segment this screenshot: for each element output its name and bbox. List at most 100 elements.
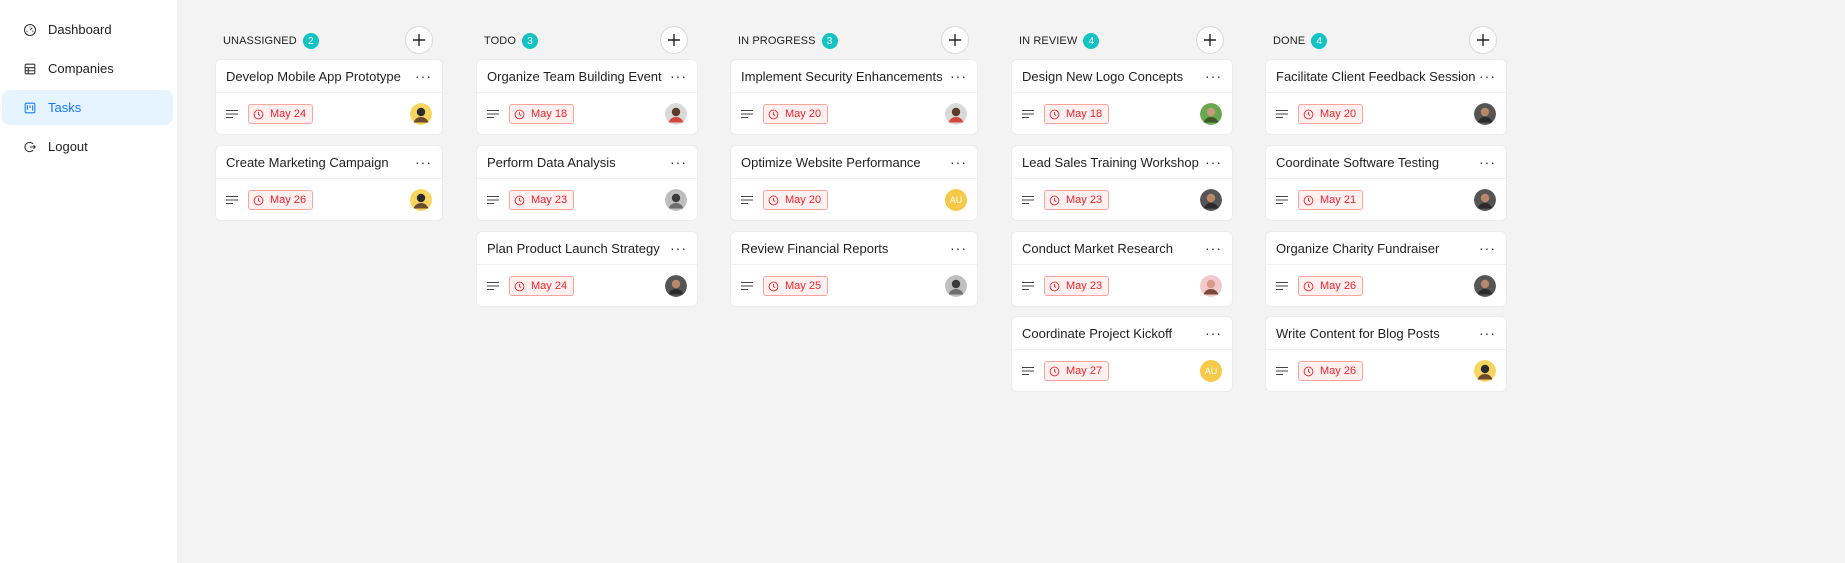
add-task-button[interactable]	[941, 26, 969, 54]
description-icon	[1276, 195, 1288, 205]
column-title: TODO	[484, 35, 516, 47]
sidebar-item-label: Tasks	[48, 100, 82, 115]
clock-icon	[1303, 109, 1320, 120]
avatar[interactable]	[1474, 189, 1496, 211]
more-options-button[interactable]: ···	[415, 69, 432, 83]
avatar[interactable]	[665, 189, 687, 211]
avatar[interactable]	[1200, 275, 1222, 297]
avatar[interactable]	[410, 103, 432, 125]
sidebar-item-companies[interactable]: Companies	[2, 51, 173, 86]
description-icon	[487, 195, 499, 205]
more-options-button[interactable]: ···	[1205, 241, 1222, 255]
more-options-button[interactable]: ···	[950, 69, 967, 83]
description-icon	[1022, 366, 1034, 376]
due-date-tag: May 23	[1044, 190, 1110, 210]
sidebar-item-tasks[interactable]: Tasks	[2, 90, 173, 125]
task-title: Implement Security Enhancements	[741, 68, 943, 84]
avatar[interactable]: AU	[1200, 360, 1222, 382]
task-card[interactable]: Lead Sales Training Workshop ··· May 23	[1011, 145, 1233, 221]
description-icon	[1022, 195, 1034, 205]
more-options-button[interactable]: ···	[1479, 155, 1496, 169]
due-date-tag: May 24	[248, 104, 314, 124]
sidebar-item-dashboard[interactable]: Dashboard	[2, 12, 173, 47]
more-options-button[interactable]: ···	[1479, 69, 1496, 83]
avatar[interactable]	[945, 275, 967, 297]
task-card[interactable]: Develop Mobile App Prototype ··· May 24	[215, 59, 443, 135]
avatar[interactable]	[1474, 103, 1496, 125]
more-options-button[interactable]: ···	[950, 241, 967, 255]
more-options-button[interactable]: ···	[670, 155, 687, 169]
task-card[interactable]: Organize Charity Fundraiser ··· May 26	[1265, 231, 1507, 307]
task-card[interactable]: Optimize Website Performance ··· May 20 AU	[730, 145, 978, 221]
due-date-text: May 26	[1320, 365, 1357, 377]
task-card[interactable]: Implement Security Enhancements ··· May 20	[730, 59, 978, 135]
task-card[interactable]: Perform Data Analysis ··· May 23	[476, 145, 698, 221]
sidebar-item-logout[interactable]: Logout	[2, 129, 173, 164]
clock-icon	[768, 281, 785, 292]
add-task-button[interactable]	[1196, 26, 1224, 54]
column-count-badge: 4	[1083, 33, 1100, 49]
task-card[interactable]: Create Marketing Campaign ··· May 26	[215, 145, 443, 221]
clock-icon	[1049, 366, 1066, 377]
task-card[interactable]: Coordinate Project Kickoff ··· May 27 AU	[1011, 316, 1233, 392]
plus-icon	[1203, 33, 1217, 47]
due-date-text: May 18	[531, 108, 568, 120]
plus-icon	[1476, 33, 1490, 47]
add-task-button[interactable]	[660, 26, 688, 54]
logout-icon	[22, 139, 38, 155]
avatar[interactable]	[1200, 189, 1222, 211]
clock-icon	[768, 195, 785, 206]
more-options-button[interactable]: ···	[670, 241, 687, 255]
due-date-tag: May 25	[763, 276, 829, 296]
sidebar-item-label: Logout	[48, 139, 88, 154]
task-title: Review Financial Reports	[741, 240, 889, 256]
task-title: Create Marketing Campaign	[226, 154, 389, 170]
task-title: Design New Logo Concepts	[1022, 68, 1184, 84]
more-options-button[interactable]: ···	[1205, 326, 1222, 340]
clock-icon	[768, 109, 785, 120]
task-card[interactable]: Organize Team Building Event ··· May 18	[476, 59, 698, 135]
kanban-column-in-review: IN REVIEW 4 Design New Logo Concepts ··· May…	[1011, 20, 1233, 392]
due-date-tag: May 26	[1298, 361, 1364, 381]
task-card[interactable]: Plan Product Launch Strategy ··· May 24	[476, 231, 698, 307]
task-card[interactable]: Design New Logo Concepts ··· May 18	[1011, 59, 1233, 135]
more-options-button[interactable]: ···	[670, 69, 687, 83]
add-task-button[interactable]	[405, 26, 433, 54]
add-task-button[interactable]	[1469, 26, 1497, 54]
kanban-column-done: DONE 4 Facilitate Client Feedback Session ·…	[1265, 20, 1507, 392]
more-options-button[interactable]: ···	[415, 155, 432, 169]
description-icon	[1276, 281, 1288, 291]
avatar[interactable]	[665, 103, 687, 125]
more-options-button[interactable]: ···	[1205, 69, 1222, 83]
project-icon	[22, 100, 38, 116]
task-card[interactable]: Write Content for Blog Posts ··· May 26	[1265, 316, 1507, 392]
more-options-button[interactable]: ···	[1205, 155, 1222, 169]
task-card[interactable]: Coordinate Software Testing ··· May 21	[1265, 145, 1507, 221]
avatar[interactable]	[665, 275, 687, 297]
due-date-text: May 27	[1066, 365, 1103, 377]
dashboard-icon	[22, 22, 38, 38]
task-card[interactable]: Facilitate Client Feedback Session ··· May…	[1265, 59, 1507, 135]
description-icon	[1022, 109, 1034, 119]
avatar[interactable]	[1474, 275, 1496, 297]
due-date-tag: May 26	[1298, 276, 1364, 296]
task-card[interactable]: Conduct Market Research ··· May 23	[1011, 231, 1233, 307]
avatar[interactable]	[410, 189, 432, 211]
sidebar-item-label: Companies	[48, 61, 114, 76]
avatar[interactable]	[1474, 360, 1496, 382]
column-count-badge: 4	[1311, 33, 1328, 49]
clock-icon	[514, 109, 531, 120]
description-icon	[226, 195, 238, 205]
avatar[interactable]	[945, 103, 967, 125]
plus-icon	[948, 33, 962, 47]
avatar[interactable]	[1200, 103, 1222, 125]
task-card[interactable]: Review Financial Reports ··· May 25	[730, 231, 978, 307]
due-date-tag: May 20	[763, 104, 829, 124]
avatar[interactable]: AU	[945, 189, 967, 211]
more-options-button[interactable]: ···	[950, 155, 967, 169]
more-options-button[interactable]: ···	[1479, 326, 1496, 340]
more-options-button[interactable]: ···	[1479, 241, 1496, 255]
description-icon	[1022, 281, 1034, 291]
clock-icon	[1303, 366, 1320, 377]
due-date-text: May 20	[1320, 108, 1357, 120]
